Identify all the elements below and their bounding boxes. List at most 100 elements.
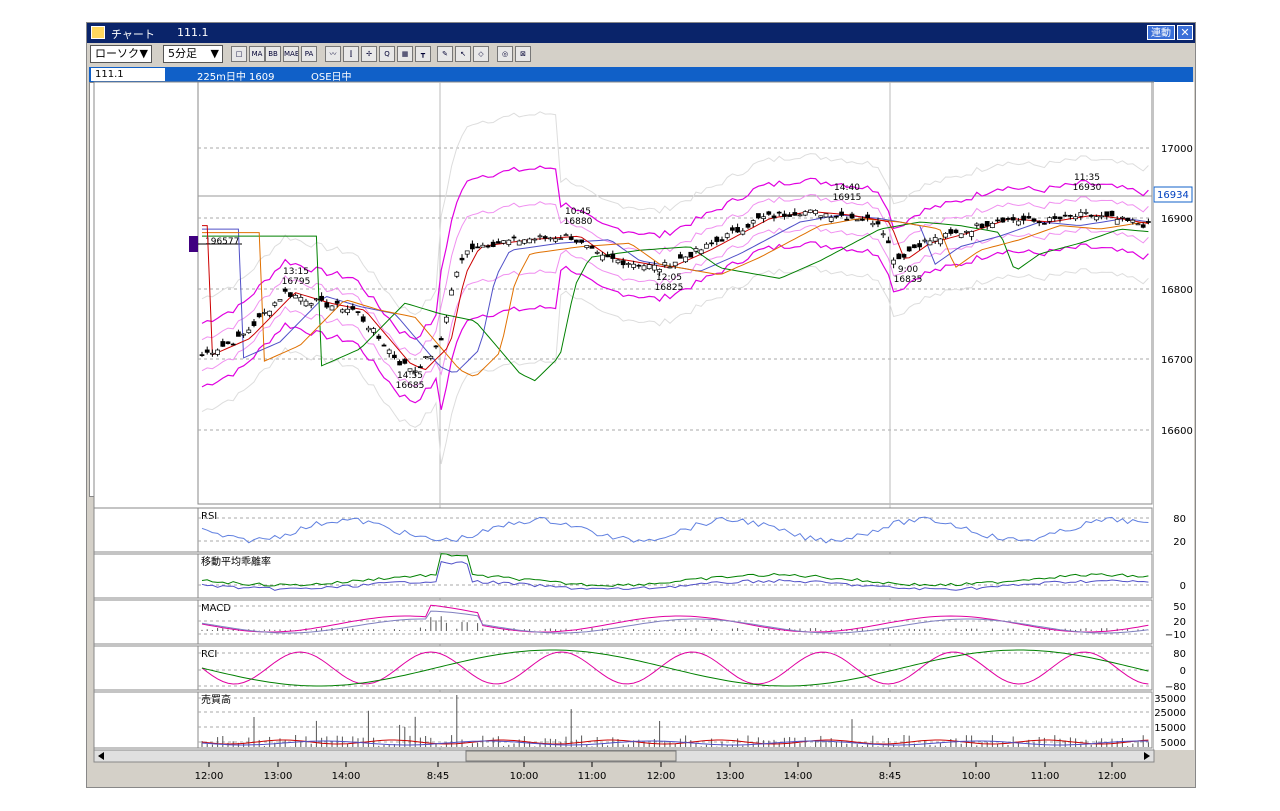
candle-body bbox=[854, 219, 860, 222]
deviation-panel-title: 移動平均乖離率 bbox=[201, 555, 271, 568]
volume-tick-label: 25000 bbox=[1154, 708, 1186, 719]
candle-body bbox=[392, 354, 397, 358]
x-tick-label: 12:00 bbox=[195, 771, 224, 782]
candle-body bbox=[1140, 224, 1146, 228]
candle-body bbox=[542, 236, 548, 239]
candle-body bbox=[490, 241, 496, 247]
candle-body bbox=[704, 243, 709, 249]
x-tick-label: 12:00 bbox=[647, 771, 676, 782]
candle-body bbox=[776, 211, 782, 214]
candle-body bbox=[350, 306, 356, 310]
candle-body bbox=[236, 331, 241, 337]
candle-body bbox=[246, 329, 252, 334]
candle-body bbox=[480, 244, 486, 248]
candle-body bbox=[839, 211, 844, 216]
candle-body bbox=[241, 333, 246, 336]
volume-tick-label: 5000 bbox=[1161, 738, 1186, 749]
candle-body bbox=[646, 264, 652, 270]
candle-body bbox=[626, 263, 631, 265]
candle-body bbox=[860, 218, 865, 221]
rsi-tick-label: 80 bbox=[1173, 514, 1186, 525]
candle-body bbox=[761, 216, 766, 219]
candle-body bbox=[381, 344, 387, 347]
candle-body bbox=[849, 213, 855, 219]
candle-body bbox=[1146, 221, 1151, 223]
candle-body bbox=[667, 266, 673, 269]
candle-body bbox=[340, 309, 345, 313]
volume-marker-label: 196577 bbox=[205, 237, 239, 247]
candle-body bbox=[496, 241, 501, 244]
x-tick-label: 14:00 bbox=[784, 771, 813, 782]
candle-body bbox=[688, 251, 694, 258]
x-tick-label: 11:00 bbox=[578, 771, 607, 782]
candle-body bbox=[433, 345, 439, 348]
candle-body bbox=[1135, 223, 1141, 226]
candle-body bbox=[917, 243, 922, 248]
rsi-tick-label: 20 bbox=[1173, 537, 1186, 548]
candle-body bbox=[308, 303, 314, 306]
candle-body bbox=[787, 214, 792, 217]
candle-body bbox=[386, 349, 392, 354]
candle-body bbox=[1130, 219, 1136, 223]
x-tick-label: 11:00 bbox=[1031, 771, 1060, 782]
candle-body bbox=[922, 239, 928, 242]
candle-body bbox=[1099, 215, 1104, 218]
candle-body bbox=[210, 352, 215, 355]
candle-body bbox=[818, 215, 824, 218]
candle-body bbox=[880, 233, 886, 236]
candle-body bbox=[438, 338, 444, 341]
candle-body bbox=[506, 239, 512, 245]
candle-body bbox=[984, 221, 990, 227]
candle-body bbox=[828, 217, 834, 222]
candle-body bbox=[1036, 221, 1042, 224]
volume-tick-label: 15000 bbox=[1154, 723, 1186, 734]
candle-body bbox=[204, 349, 210, 353]
candle-body bbox=[594, 251, 600, 254]
main-y-tick-label: 16900 bbox=[1161, 214, 1193, 225]
candle-body bbox=[844, 218, 850, 221]
candle-body bbox=[938, 238, 943, 245]
candle-body bbox=[251, 321, 257, 326]
x-tick-label: 10:00 bbox=[962, 771, 991, 782]
candle-body bbox=[563, 234, 569, 237]
candle-body bbox=[428, 355, 434, 359]
rsi-panel bbox=[197, 507, 1153, 553]
candle-body bbox=[974, 223, 980, 226]
candle-body bbox=[797, 214, 803, 217]
macd-tick-label: 50 bbox=[1173, 602, 1186, 613]
annotation-time: 10:45 bbox=[565, 207, 591, 217]
candle-body bbox=[657, 269, 662, 273]
candle-body bbox=[1005, 218, 1011, 220]
volume-marker bbox=[189, 236, 198, 252]
candle-body bbox=[730, 227, 735, 231]
candle-body bbox=[948, 229, 954, 234]
candle-body bbox=[740, 230, 746, 235]
scrollbar-thumb[interactable] bbox=[465, 750, 677, 762]
annotation-price: 16915 bbox=[833, 193, 862, 203]
candle-body bbox=[511, 236, 517, 239]
deviation-panel bbox=[197, 553, 1153, 599]
candle-body bbox=[641, 265, 647, 271]
candle-body bbox=[293, 294, 298, 299]
candle-body bbox=[698, 249, 704, 255]
candle-body bbox=[470, 243, 475, 250]
candle-body bbox=[636, 264, 642, 267]
candle-body bbox=[402, 359, 408, 364]
candle-body bbox=[1094, 216, 1099, 221]
candle-body bbox=[225, 341, 231, 344]
candle-body bbox=[334, 300, 340, 304]
annotation-price: 16825 bbox=[655, 283, 684, 293]
candle-body bbox=[756, 213, 761, 219]
candle-body bbox=[709, 242, 714, 245]
candle-body bbox=[371, 328, 376, 333]
candle-body bbox=[303, 300, 309, 307]
candle-body bbox=[345, 308, 350, 313]
candle-body bbox=[1062, 214, 1068, 217]
candle-body bbox=[1057, 216, 1063, 220]
candle-body bbox=[1052, 216, 1058, 219]
annotation-price: 16835 bbox=[894, 275, 923, 285]
candle-body bbox=[282, 288, 288, 292]
annotation-price: 16930 bbox=[1073, 183, 1102, 193]
candle-body bbox=[620, 260, 626, 266]
candle-body bbox=[870, 222, 876, 226]
